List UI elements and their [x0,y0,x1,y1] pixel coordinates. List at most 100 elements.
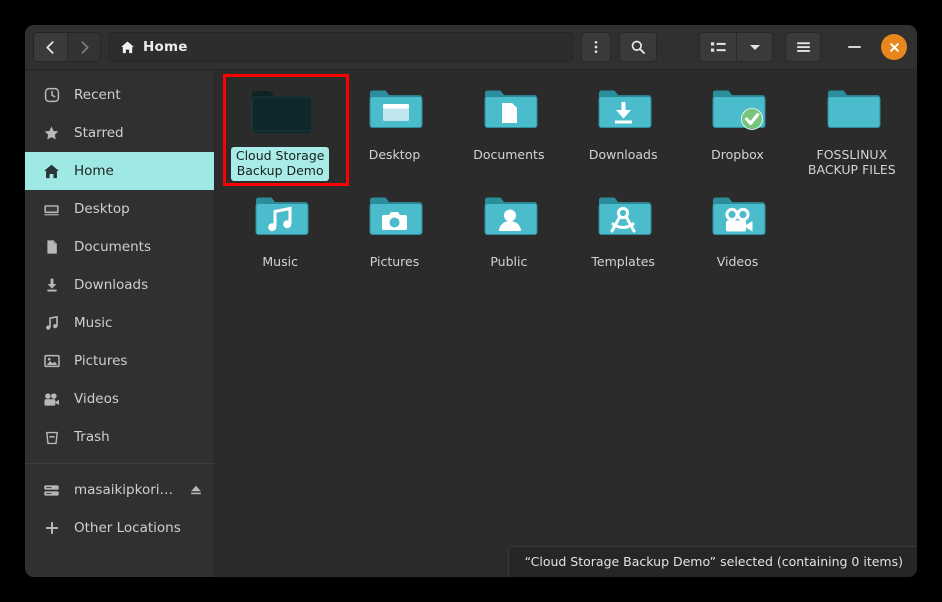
folder-icon-desktop [362,84,426,142]
folder-icon-downloads [591,84,655,142]
hamburger-menu-icon [796,42,810,52]
file-item-label: Desktop [368,147,421,162]
file-item-documents[interactable]: Documents [452,80,566,181]
eject-icon[interactable] [188,482,204,498]
sidebar-item-starred[interactable]: Starred [25,114,214,152]
kebab-menu-icon [594,40,598,54]
sidebar-item-label: Documents [74,239,151,255]
file-item-label: Documents [473,147,545,162]
list-view-icon [710,42,726,52]
file-item-cloud-storage-backup-demo[interactable]: Cloud Storage Backup Demo [223,80,337,181]
clock-icon [43,87,60,104]
sidebar-item-label: masaikipkorir… [74,482,174,498]
sidebar-item-other-locations[interactable]: Other Locations [25,509,214,547]
file-item-dropbox[interactable]: Dropbox [680,80,794,181]
check-emblem-icon [741,108,764,130]
sidebar-item-label: Videos [74,391,119,407]
view-mode-button-group [699,32,773,62]
file-item-label: Templates [591,253,655,269]
sidebar-item-label: Recent [74,87,121,103]
file-item-label: Dropbox [711,147,764,162]
file-item-label: Videos [716,253,759,269]
sidebar-item-documents[interactable]: Documents [25,228,214,266]
file-item-label: Pictures [369,253,420,269]
trash-icon [43,429,60,446]
close-button[interactable] [881,34,907,60]
file-item-desktop[interactable]: Desktop [337,80,451,181]
chevron-left-icon [46,40,54,54]
file-item-label: Music [262,253,298,269]
sidebar-item-pictures[interactable]: Pictures [25,342,214,380]
file-item-downloads[interactable]: Downloads [566,80,680,181]
folder-icon-selected [248,84,313,142]
home-icon [43,163,60,180]
close-icon [889,42,899,52]
document-icon [43,239,60,256]
sidebar-item-label: Trash [74,429,110,445]
file-item-pictures[interactable]: Pictures [337,187,451,271]
file-item-fosslinux-backup-files[interactable]: FOSSLINUX BACKUP FILES [795,80,909,181]
sidebar-item-videos[interactable]: Videos [25,380,214,418]
header-bar: Home [25,25,917,70]
folder-icon-templates [591,191,655,249]
minimize-button[interactable] [837,32,871,62]
sidebar-divider [25,463,214,464]
folder-icon-music [248,191,312,249]
path-label: Home [143,39,188,55]
sidebar-item-label: Starred [74,125,124,141]
search-button[interactable] [619,32,657,62]
sidebar-item-recent[interactable]: Recent [25,76,214,114]
sidebar-item-label: Desktop [74,201,130,217]
sidebar-item-home[interactable]: Home [25,152,214,190]
file-item-public[interactable]: Public [452,187,566,271]
forward-button[interactable] [67,33,100,61]
video-icon [43,391,60,408]
view-list-button[interactable] [700,33,736,61]
sidebar-item-trash[interactable]: Trash [25,418,214,456]
file-item-music[interactable]: Music [223,187,337,271]
navigation-button-group [33,32,101,62]
home-icon [121,41,134,53]
search-icon [631,40,645,54]
status-bar: “Cloud Storage Backup Demo” selected (co… [507,546,917,577]
sidebar-item-downloads[interactable]: Downloads [25,266,214,304]
window-body: Recent Starred Home Desktop Documents Do… [25,70,917,577]
sidebar-item-label: Pictures [74,353,128,369]
folder-icon-documents [477,84,541,142]
path-options-button[interactable] [581,32,611,62]
download-icon [43,277,60,294]
status-text: “Cloud Storage Backup Demo” selected (co… [524,554,903,569]
sidebar-item-label: Music [74,315,113,331]
file-item-label: Downloads [588,147,658,162]
sort-dropdown-button[interactable] [736,33,772,61]
minimize-glyph [847,45,861,49]
sidebar-item-label: Home [74,163,114,179]
folder-icon-public [477,191,541,249]
sidebar-item-music[interactable]: Music [25,304,214,342]
desktop-icon [43,201,60,218]
main-menu-button[interactable] [785,32,821,62]
file-item-label: Cloud Storage Backup Demo [230,147,330,181]
file-item-label: Public [490,253,528,269]
music-note-icon [43,315,60,332]
file-manager-window: Home Recent Starred Home Desktop Documen… [25,25,917,577]
folder-icon-pictures [362,191,426,249]
sidebar: Recent Starred Home Desktop Documents Do… [25,70,215,577]
back-button[interactable] [34,33,67,61]
path-bar[interactable]: Home [109,32,573,62]
folder-icon-dropbox [705,84,769,142]
sidebar-item-desktop[interactable]: Desktop [25,190,214,228]
sidebar-item-label: Other Locations [74,520,181,536]
folder-icon-videos [705,191,769,249]
file-item-templates[interactable]: Templates [566,187,680,271]
chevron-down-icon [749,45,760,50]
file-item-label: FOSSLINUX BACKUP FILES [807,147,896,177]
sidebar-item-device[interactable]: masaikipkorir… [25,471,214,509]
folder-icon-plain [820,84,884,142]
file-item-videos[interactable]: Videos [680,187,794,271]
chevron-right-icon [80,40,89,54]
drive-icon [43,482,60,499]
plus-icon [43,520,60,537]
star-icon [43,125,60,142]
file-grid-area[interactable]: Cloud Storage Backup Demo Desktop Docume… [215,70,917,577]
